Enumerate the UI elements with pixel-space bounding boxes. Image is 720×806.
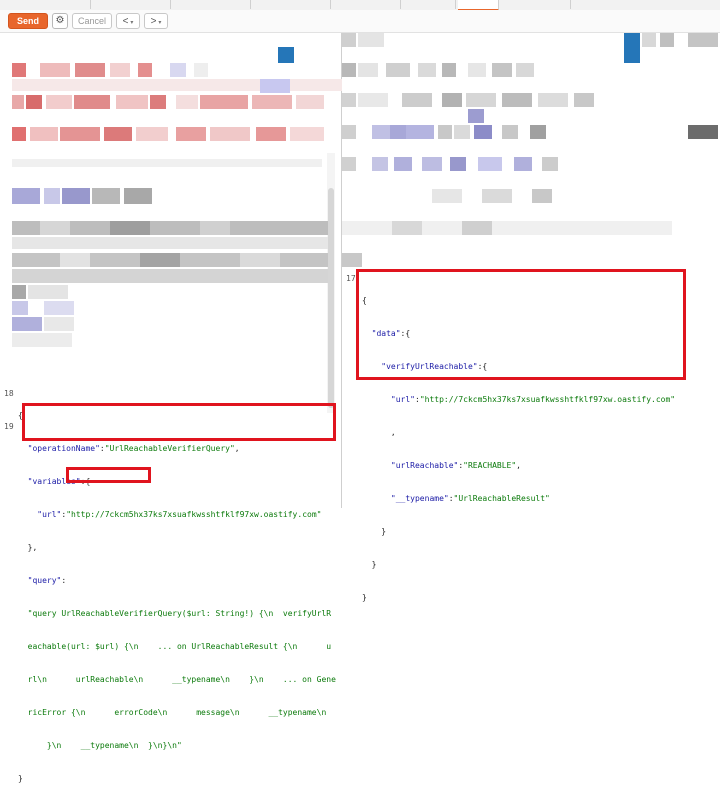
code-line: ricError {\n errorCode\n message\n __typ… bbox=[27, 708, 327, 717]
back-button[interactable]: < ▾ bbox=[116, 13, 140, 29]
response-highlight-box bbox=[356, 269, 686, 380]
code-line: "url":"http://7ckcm5hx37ks7xsuafkwsshtfk… bbox=[37, 510, 322, 519]
settings-button[interactable]: ⚙ bbox=[52, 13, 68, 29]
request-body-code[interactable]: { "operationName":"UrlReachableVerifierQ… bbox=[18, 388, 336, 806]
window-tab[interactable] bbox=[400, 0, 456, 9]
dropdown-arrow-icon: ▾ bbox=[158, 20, 162, 26]
code-line: } bbox=[18, 774, 23, 783]
window-tab[interactable] bbox=[0, 0, 91, 9]
code-line: "query UrlReachableVerifierQuery($url: S… bbox=[27, 609, 332, 618]
response-viewer-pane[interactable]: 17 { "data":{ "verifyUrlReachable":{ "ur… bbox=[342, 33, 720, 602]
code-line: "url":"http://7ckcm5hx37ks7xsuafkwsshtfk… bbox=[390, 395, 676, 404]
chevron-right-icon: > bbox=[150, 16, 157, 27]
request-editor-pane[interactable]: 18 19 { "operationName":"UrlReachableVer… bbox=[0, 33, 342, 783]
code-line: , bbox=[390, 428, 396, 437]
forward-button[interactable]: > ▾ bbox=[144, 13, 168, 29]
code-line: "__typename":"UrlReachableResult" bbox=[390, 494, 550, 503]
request-toolbar: Send ⚙ Cancel < ▾ > ▾ bbox=[0, 10, 720, 33]
code-line: "urlReachable":"REACHABLE", bbox=[390, 461, 521, 470]
code-line: } bbox=[381, 527, 387, 536]
code-line: }\n __typename\n }\n}\n" bbox=[27, 741, 182, 750]
urlreachable-highlight-box bbox=[66, 467, 151, 483]
window-tab[interactable] bbox=[330, 0, 401, 9]
line-number: 17 bbox=[346, 274, 356, 283]
code-line: eachable(url: $url) {\n ... on UrlReacha… bbox=[27, 642, 332, 651]
gear-icon: ⚙ bbox=[55, 15, 65, 26]
code-line: }, bbox=[27, 543, 38, 552]
redacted-request-content bbox=[0, 33, 342, 363]
code-line: "operationName":"UrlReachableVerifierQue… bbox=[27, 444, 240, 453]
redacted-response-content bbox=[342, 33, 720, 273]
window-tab[interactable] bbox=[90, 0, 171, 9]
window-tab[interactable] bbox=[500, 0, 571, 9]
window-tab[interactable] bbox=[170, 0, 251, 9]
code-line: } bbox=[362, 593, 367, 602]
dropdown-arrow-icon: ▾ bbox=[130, 20, 134, 26]
cancel-button[interactable]: Cancel bbox=[72, 13, 112, 29]
line-number: 19 bbox=[4, 422, 14, 431]
variables-highlight-box bbox=[22, 403, 336, 441]
window-tab[interactable] bbox=[250, 0, 331, 9]
line-number: 18 bbox=[4, 389, 14, 398]
code-line: "query": bbox=[27, 576, 67, 585]
code-line: rl\n urlReachable\n __typename\n }\n ...… bbox=[27, 675, 336, 684]
code-line: } bbox=[371, 560, 377, 569]
send-button[interactable]: Send bbox=[8, 13, 48, 29]
chevron-left-icon: < bbox=[122, 16, 129, 27]
